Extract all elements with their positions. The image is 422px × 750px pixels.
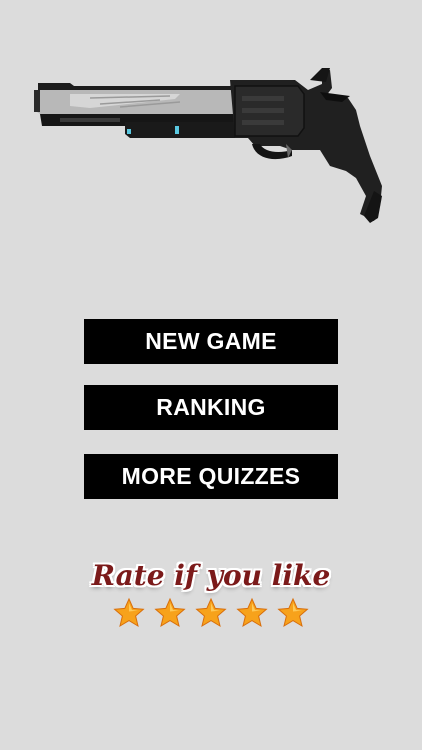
star-icon[interactable]: [195, 597, 227, 629]
star-icon[interactable]: [277, 597, 309, 629]
rate-prompt-text[interactable]: Rate if you like: [0, 559, 422, 592]
star-icon[interactable]: [113, 597, 145, 629]
new-game-button[interactable]: NEW GAME: [84, 319, 338, 364]
star-icon[interactable]: [236, 597, 268, 629]
star-icon[interactable]: [154, 597, 186, 629]
more-quizzes-button[interactable]: MORE QUIZZES: [84, 454, 338, 499]
ranking-button[interactable]: RANKING: [84, 385, 338, 430]
rating-stars[interactable]: [113, 597, 309, 631]
revolver-icon: [34, 68, 382, 223]
